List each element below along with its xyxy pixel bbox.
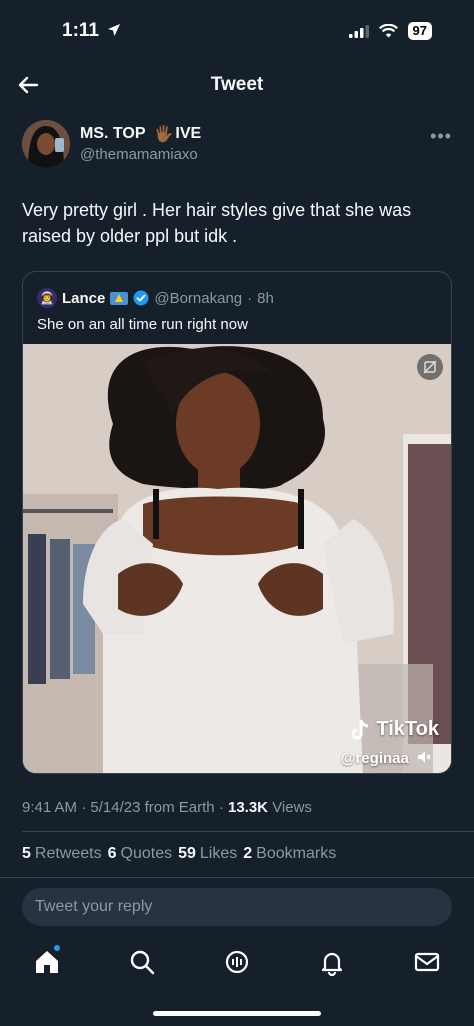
meta-separator: ·: [81, 799, 87, 816]
author-name[interactable]: MS. TOP 🖐🏾 IVE: [80, 124, 201, 144]
tweet-source: from Earth: [144, 799, 215, 816]
quotes-stat[interactable]: 6 Quotes: [108, 845, 173, 863]
tweet-time: 9:41 AM: [22, 799, 78, 816]
tweet-text: Very pretty girl . Her hair styles give …: [22, 200, 412, 246]
status-time: 1:11: [62, 20, 121, 42]
page-title: Tweet: [210, 74, 264, 95]
quoted-separator: ·: [247, 289, 253, 307]
tweet-author: MS. TOP 🖐🏾 IVE @themamamiaxo •••: [22, 120, 452, 172]
cellular-signal-icon: [348, 24, 369, 38]
meta-separator: ·: [218, 799, 224, 816]
home-notification-dot: [54, 945, 60, 951]
notifications-icon[interactable]: [318, 948, 346, 976]
video-frame: [23, 344, 451, 773]
tiktok-watermark: TikTok: [350, 718, 439, 741]
flag-icon: [110, 291, 129, 305]
verified-badge-icon: [133, 290, 149, 306]
location-arrow-icon: [108, 24, 121, 36]
tiktok-label: TikTok: [376, 718, 439, 740]
battery-indicator: 97: [407, 22, 432, 40]
more-options-icon[interactable]: •••: [430, 126, 452, 147]
divider: [0, 877, 474, 878]
views-count: 13.3K: [227, 799, 269, 816]
quoted-author-handle: @Bornakang: [154, 289, 243, 307]
home-icon[interactable]: [33, 948, 61, 976]
home-indicator[interactable]: [153, 1011, 321, 1016]
quoted-author-name: Lance: [62, 289, 106, 307]
mute-icon[interactable]: [417, 750, 431, 764]
quoted-tweet[interactable]: 👨‍🚀 Lance @Bornakang · 8h She on an all ti…: [22, 271, 452, 774]
likes-stat[interactable]: 59 Likes: [178, 845, 237, 863]
avatar-image: [22, 120, 70, 168]
author-avatar[interactable]: [22, 120, 70, 168]
stat-count: 6: [107, 845, 117, 862]
stat-label: Retweets: [34, 845, 102, 862]
tweet-meta: 9:41 AM · 5/14/23 from Earth · 13.3K Vie…: [22, 799, 452, 816]
search-icon[interactable]: [128, 948, 156, 976]
tiktok-username-text: @reginaa: [340, 750, 409, 767]
quoted-media-video[interactable]: TikTok @reginaa: [23, 344, 451, 773]
status-time-text: 1:11: [62, 20, 99, 41]
quoted-time: 8h: [257, 289, 274, 307]
status-indicators: 97: [348, 22, 432, 40]
stat-label: Bookmarks: [256, 845, 337, 862]
messages-icon[interactable]: [413, 948, 441, 976]
tweet-date: 5/14/23: [90, 799, 141, 816]
hand-emoji: 🖐🏾: [153, 126, 174, 143]
bottom-tab-bar: [0, 942, 474, 982]
tiktok-username: @reginaa: [341, 750, 431, 767]
author-name-suffix: IVE: [175, 125, 202, 142]
author-name-text: MS. TOP: [80, 125, 146, 142]
stat-count: 2: [243, 845, 253, 862]
tiktok-logo-icon: [351, 719, 369, 739]
reply-input[interactable]: [35, 898, 452, 916]
stat-label: Quotes: [120, 845, 173, 862]
stat-count: 5: [22, 845, 31, 862]
spaces-icon[interactable]: [223, 948, 251, 976]
views-label: Views: [272, 799, 312, 816]
wifi-icon: [378, 24, 398, 38]
retweets-stat[interactable]: 5 Retweets: [22, 845, 102, 863]
bookmarks-stat[interactable]: 2 Bookmarks: [243, 845, 336, 863]
quoted-tweet-text: She on an all time run right now: [37, 316, 248, 333]
tweet-stats: 5 Retweets 6 Quotes 59 Likes 2 Bookmarks: [22, 845, 452, 863]
nav-header: Tweet: [0, 62, 474, 106]
reply-box[interactable]: [22, 888, 452, 926]
status-bar: 1:11 97: [0, 0, 474, 62]
stat-label: Likes: [199, 845, 238, 862]
quoted-avatar: 👨‍🚀: [37, 288, 57, 308]
media-settings-icon[interactable]: [417, 354, 443, 380]
stat-count: 59: [178, 845, 196, 862]
quoted-tweet-header: 👨‍🚀 Lance @Bornakang · 8h: [37, 287, 437, 309]
divider: [22, 831, 474, 832]
author-handle[interactable]: @themamamiaxo: [80, 146, 198, 163]
